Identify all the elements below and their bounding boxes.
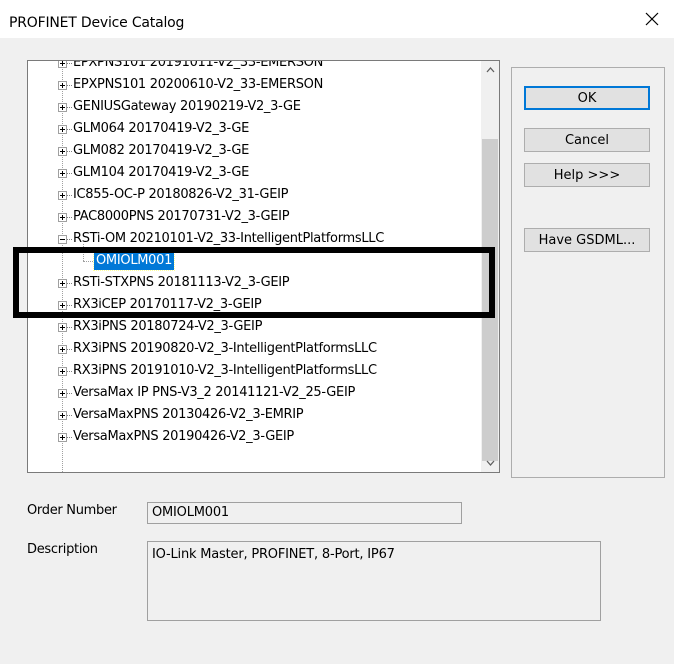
help-button[interactable]: Help >>> (524, 163, 650, 187)
scroll-up-arrow[interactable] (481, 61, 499, 79)
tree-node-label: GLM104 20170419-V2_3-GE (73, 165, 250, 180)
tree-connector (67, 393, 72, 394)
expand-icon[interactable] (58, 147, 67, 156)
tree-node-label: IC855-OC-P 20180826-V2_31-GEIP (73, 187, 289, 202)
close-button[interactable] (630, 0, 674, 38)
tree-node[interactable]: RX3iPNS 20191010-V2_3-IntelligentPlatfor… (28, 360, 468, 382)
tree-node-label: RX3iPNS 20190820-V2_3-IntelligentPlatfor… (73, 341, 377, 356)
tree-connector (67, 195, 72, 196)
tree-node[interactable]: VersaMax IP PNS-V3_2 20141121-V2_25-GEIP (28, 382, 468, 404)
window-title: PROFINET Device Catalog (9, 15, 185, 31)
tree-node[interactable]: RSTi-STXPNS 20181113-V2_3-GEIP (28, 272, 468, 294)
tree-connector (67, 129, 72, 130)
tree-node[interactable]: GLM104 20170419-V2_3-GE (28, 162, 468, 184)
tree-connector (67, 63, 72, 64)
tree-node[interactable]: VersaMaxPNS 20190426-V2_3-GEIP (28, 426, 468, 448)
tree-node-label: EPXPNS101 20191011-V2_33-EMERSON (73, 61, 324, 70)
tree-node[interactable]: EPXPNS101 20200610-V2_33-EMERSON (28, 74, 468, 96)
tree-connector (67, 349, 72, 350)
expand-icon[interactable] (58, 61, 67, 68)
tree-node[interactable]: IC855-OC-P 20180826-V2_31-GEIP (28, 184, 468, 206)
tree-connector (83, 261, 93, 262)
cancel-button[interactable]: Cancel (524, 128, 650, 152)
expand-icon[interactable] (58, 411, 67, 420)
expand-icon[interactable] (58, 213, 67, 222)
tree-connector (83, 244, 84, 261)
tree-connector (67, 371, 72, 372)
tree-connector (67, 415, 72, 416)
device-tree[interactable]: EPXPNS101 20191011-V2_33-EMERSON EPXPNS10… (27, 60, 500, 473)
tree-node-label: EPXPNS101 20200610-V2_33-EMERSON (73, 77, 324, 92)
selected-device-label: OMIOLM001 (92, 251, 176, 271)
tree-node-label: GENIUSGateway 20190219-V2_3-GE (73, 99, 301, 114)
description-label: Description (27, 542, 98, 557)
scroll-thumb[interactable] (482, 139, 498, 461)
tree-connector (67, 305, 72, 306)
expand-icon[interactable] (58, 345, 67, 354)
expand-icon[interactable] (58, 191, 67, 200)
tree-connector (67, 151, 72, 152)
tree-connector (67, 327, 72, 328)
scroll-down-arrow[interactable] (481, 454, 499, 472)
tree-node-label: RX3iPNS 20191010-V2_3-IntelligentPlatfor… (73, 363, 377, 378)
tree-node[interactable]: RX3iPNS 20190820-V2_3-IntelligentPlatfor… (28, 338, 468, 360)
chevron-up-icon (486, 67, 494, 73)
expand-icon[interactable] (58, 323, 67, 332)
tree-node[interactable]: EPXPNS101 20191011-V2_33-EMERSON (28, 61, 468, 74)
tree-connector (67, 107, 72, 108)
tree-node[interactable]: VersaMaxPNS 20130426-V2_3-EMRIP (28, 404, 468, 426)
tree-node[interactable]: RX3iPNS 20180724-V2_3-GEIP (28, 316, 468, 338)
device-tree-list: EPXPNS101 20191011-V2_33-EMERSON EPXPNS10… (28, 61, 481, 472)
chevron-down-icon (486, 460, 494, 466)
tree-node[interactable]: GLM064 20170419-V2_3-GE (28, 118, 468, 140)
tree-node-label: VersaMax IP PNS-V3_2 20141121-V2_25-GEIP (73, 385, 356, 400)
expand-icon[interactable] (58, 125, 67, 134)
tree-node[interactable]: GENIUSGateway 20190219-V2_3-GE (28, 96, 468, 118)
tree-connector (67, 239, 72, 240)
description-field: IO-Link Master, PROFINET, 8-Port, IP67 (147, 541, 601, 621)
close-icon (645, 12, 659, 26)
tree-node[interactable]: RSTi-OM 20210101-V2_33-IntelligentPlatfo… (28, 228, 468, 250)
order-number-field: OMIOLM001 (147, 502, 462, 524)
expand-icon[interactable] (58, 103, 67, 112)
tree-connector (67, 217, 72, 218)
expand-icon[interactable] (58, 433, 67, 442)
tree-node-label: GLM082 20170419-V2_3-GE (73, 143, 250, 158)
tree-node-label: RSTi-OM 20210101-V2_33-IntelligentPlatfo… (73, 231, 385, 246)
title-bar: PROFINET Device Catalog (0, 0, 674, 38)
tree-node-label: VersaMaxPNS 20130426-V2_3-EMRIP (73, 407, 304, 422)
tree-node-label: RX3iPNS 20180724-V2_3-GEIP (73, 319, 263, 334)
tree-connector (67, 173, 72, 174)
have-gsdml-button[interactable]: Have GSDML... (524, 228, 650, 252)
tree-scrollbar[interactable] (481, 61, 499, 472)
collapse-icon[interactable] (58, 235, 67, 244)
tree-connector (67, 85, 72, 86)
ok-button[interactable]: OK (524, 86, 650, 110)
tree-node[interactable]: RX3iCEP 20170117-V2_3-GEIP (28, 294, 468, 316)
tree-node-label: PAC8000PNS 20170731-V2_3-GEIP (73, 209, 290, 224)
expand-icon[interactable] (58, 81, 67, 90)
expand-icon[interactable] (58, 301, 67, 310)
tree-node-label: RX3iCEP 20170117-V2_3-GEIP (73, 297, 262, 312)
tree-child-node[interactable]: OMIOLM001 (28, 244, 468, 272)
tree-node[interactable]: PAC8000PNS 20170731-V2_3-GEIP (28, 206, 468, 228)
expand-icon[interactable] (58, 169, 67, 178)
order-number-label: Order Number (27, 503, 117, 518)
tree-node-label: RSTi-STXPNS 20181113-V2_3-GEIP (73, 275, 290, 290)
expand-icon[interactable] (58, 367, 67, 376)
tree-node-label: VersaMaxPNS 20190426-V2_3-GEIP (73, 429, 294, 444)
expand-icon[interactable] (58, 279, 67, 288)
expand-icon[interactable] (58, 389, 67, 398)
tree-connector (67, 437, 72, 438)
tree-node[interactable]: GLM082 20170419-V2_3-GE (28, 140, 468, 162)
tree-connector (67, 283, 72, 284)
tree-node-label: GLM064 20170419-V2_3-GE (73, 121, 250, 136)
